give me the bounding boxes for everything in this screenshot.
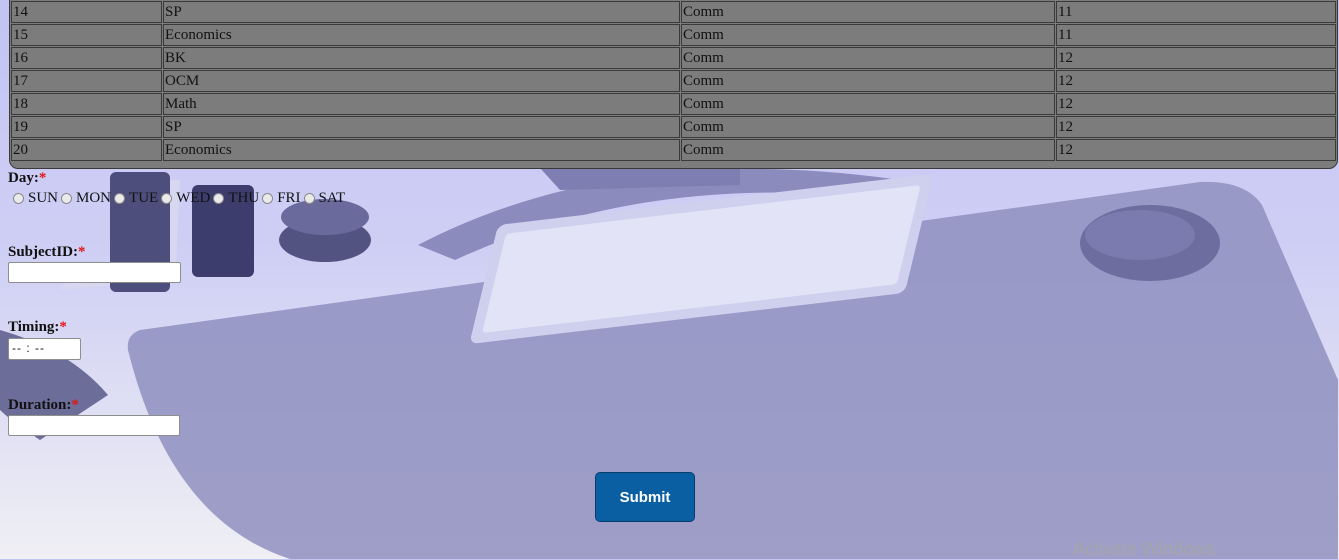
radio-button[interactable] [213,193,225,204]
timing-label: Timing:* [8,319,67,336]
day-option-mon[interactable]: MON [60,190,111,207]
radio-button[interactable] [61,193,73,204]
timing-time-input[interactable]: -- : -- [8,338,81,360]
day-radio-group: SUN MON TUE WED THU FRI SAT [12,190,347,207]
day-option-label: WED [176,190,211,206]
required-asterisk: * [78,244,86,260]
duration-label: Duration:* [8,397,79,414]
radio-button[interactable] [13,193,24,204]
required-asterisk: * [38,170,47,186]
day-option-tue[interactable]: TUE [113,190,158,207]
day-option-fri[interactable]: FRI [261,190,301,207]
radio-button[interactable] [114,193,126,204]
subject-id-input[interactable] [8,262,181,283]
required-asterisk: * [71,397,79,413]
day-option-label: MON [76,190,112,206]
day-option-label: THU [228,190,260,206]
day-option-thu[interactable]: THU [212,190,259,207]
day-option-label: SAT [318,190,346,206]
required-asterisk: * [59,319,67,335]
day-option-label: TUE [129,190,159,206]
radio-button[interactable] [161,193,173,204]
radio-button[interactable] [303,193,315,204]
duration-label-text: Duration: [8,397,72,413]
schedule-form: Day:* SUN MON TUE WED THU FRI SAT Subjec… [0,0,1339,559]
day-option-wed[interactable]: WED [160,190,210,207]
submit-button[interactable]: Submit [595,472,695,522]
duration-input[interactable] [8,415,180,436]
radio-button[interactable] [262,193,274,204]
day-label: Day:* [8,170,46,187]
day-option-sat[interactable]: SAT [303,190,346,207]
day-option-sun[interactable]: SUN [12,190,58,207]
day-option-label: SUN [28,190,59,206]
subject-id-label: SubjectID:* [8,244,86,261]
timing-label-text: Timing: [8,319,60,335]
day-label-text: Day: [8,170,39,186]
subject-id-label-text: SubjectID: [8,244,78,260]
day-option-label: FRI [277,190,301,206]
